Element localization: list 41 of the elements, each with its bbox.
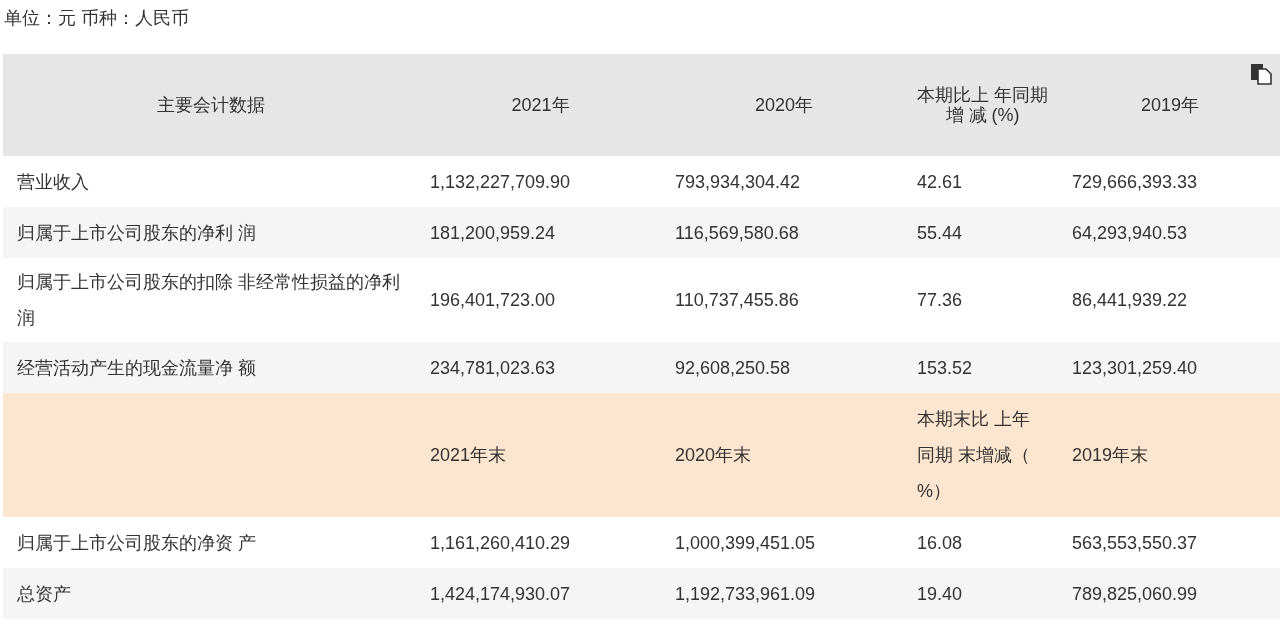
row-label: 营业收入: [17, 171, 89, 192]
table-cell: 110,737,455.86: [675, 290, 799, 310]
row-label: 经营活动产生的现金流量净 额: [17, 357, 256, 378]
table-cell: 563,553,550.37: [1072, 532, 1198, 553]
table-cell: 729,666,393.33: [1072, 171, 1198, 192]
table-cell: 55.44: [917, 222, 963, 243]
column-header: 2020年末: [675, 445, 752, 465]
table-cell: 86,441,939.22: [1072, 290, 1188, 310]
table-cell: 1,132,227,709.90: [430, 171, 571, 192]
column-header: 本期比上 年同期增 减 (%): [916, 85, 1049, 125]
table-cell: 1,192,733,961.09: [675, 583, 816, 604]
column-header: 2021年: [511, 95, 570, 115]
table-cell: 1,424,174,930.07: [430, 583, 571, 604]
table-cell: 153.52: [917, 357, 973, 378]
column-header: 本期末比 上年同期 末增减（ %）: [917, 408, 1031, 503]
copy-icon[interactable]: [1250, 63, 1272, 85]
table-cell: 64,293,940.53: [1072, 222, 1188, 243]
table-cell: 234,781,023.63: [430, 357, 556, 378]
table-cell: 77.36: [917, 290, 963, 310]
table-cell: 42.61: [917, 171, 963, 192]
column-header: 2019年: [1140, 95, 1199, 115]
unit-currency-caption: 单位：元 币种：人民币: [4, 6, 189, 30]
row-label: 归属于上市公司股东的扣除 非经常性损益的净利润: [17, 272, 400, 328]
column-header: 2020年: [754, 95, 813, 115]
table-cell: 123,301,259.40: [1072, 357, 1198, 378]
table-cell: 19.40: [917, 583, 963, 604]
column-header: 2019年末: [1072, 445, 1149, 465]
row-label: 归属于上市公司股东的净资 产: [17, 532, 256, 553]
row-label: 总资产: [17, 583, 71, 604]
table-cell: 181,200,959.24: [430, 222, 556, 243]
table-cell: 1,161,260,410.29: [430, 532, 571, 553]
table-cell: 16.08: [917, 532, 963, 553]
table-cell: 1,000,399,451.05: [675, 532, 816, 553]
table-cell: 793,934,304.42: [675, 171, 801, 192]
table-cell: 116,569,580.68: [675, 222, 799, 243]
table-cell: 789,825,060.99: [1072, 583, 1198, 604]
table-cell: 196,401,723.00: [430, 290, 556, 310]
row-label: 归属于上市公司股东的净利 润: [17, 222, 256, 243]
column-header: 主要会计数据: [156, 95, 265, 115]
table-cell: 92,608,250.58: [675, 357, 791, 378]
column-header: 2021年末: [430, 445, 507, 465]
